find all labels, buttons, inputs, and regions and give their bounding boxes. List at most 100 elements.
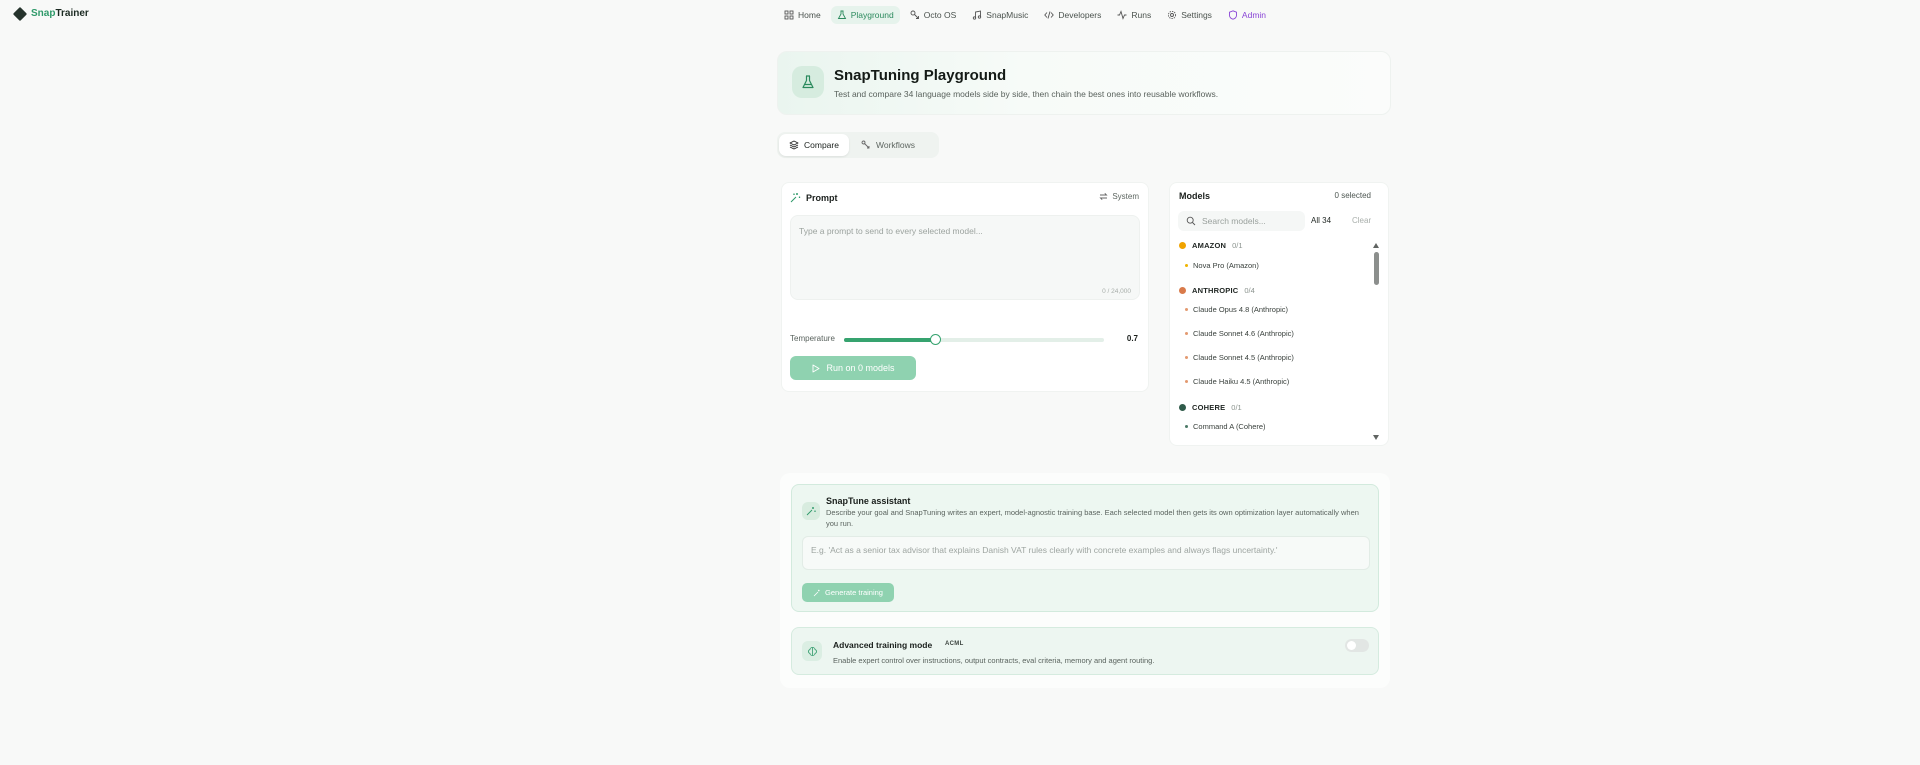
advanced-mode-card: Advanced training mode ACML Enable exper…	[791, 627, 1379, 675]
select-all-button[interactable]: All 34	[1311, 216, 1331, 225]
nav-label: Settings	[1181, 10, 1212, 20]
group-header[interactable]: ANTHROPIC 0/4	[1179, 286, 1255, 295]
code-icon	[1044, 10, 1055, 20]
tab-workflows[interactable]: Workflows	[851, 134, 925, 156]
temperature-slider[interactable]	[844, 334, 1104, 345]
flask-icon	[837, 10, 847, 20]
tab-label: Compare	[804, 140, 839, 150]
model-label: Claude Haiku 4.5 (Anthropic)	[1193, 377, 1290, 386]
group-count: 0/4	[1244, 286, 1255, 295]
sparkles-icon	[790, 192, 801, 203]
model-label: Nova Pro (Amazon)	[1193, 261, 1259, 270]
advanced-mode-toggle[interactable]	[1345, 639, 1369, 652]
provider-dot	[1179, 404, 1186, 411]
model-label: Command A (Cohere)	[1193, 422, 1266, 431]
nav-playground[interactable]: Playground	[830, 6, 900, 24]
prompt-heading-label: Prompt	[806, 192, 838, 203]
generate-label: Generate training	[825, 588, 883, 597]
nav-snapmusic[interactable]: SnapMusic	[966, 6, 1034, 24]
magic-wand-icon	[813, 589, 821, 597]
slider-handle[interactable]	[930, 334, 941, 345]
nav-label: SnapMusic	[986, 10, 1029, 20]
model-item[interactable]: Claude Opus 4.8 (Anthropic)	[1185, 305, 1288, 314]
page-header: SnapTuning Playground Test and compare 3…	[777, 51, 1391, 115]
goal-placeholder: E.g. 'Act as a senior tax advisor that e…	[811, 545, 1278, 555]
model-dot	[1185, 356, 1188, 359]
swap-icon	[1099, 192, 1108, 201]
system-prompt-button[interactable]: System	[1099, 192, 1139, 201]
group-count: 0/1	[1231, 403, 1242, 412]
nav-label: Runs	[1131, 10, 1152, 20]
nav-label: Developers	[1058, 10, 1102, 20]
nav-octo-os[interactable]: Octo OS	[904, 6, 963, 24]
provider-dot	[1179, 287, 1186, 294]
model-item[interactable]: Command A (Cohere)	[1185, 422, 1266, 431]
run-label: Run on 0 models	[826, 363, 895, 373]
brand-name: SnapTrainer	[31, 8, 89, 19]
nav-label: Octo OS	[923, 10, 957, 20]
clear-button[interactable]: Clear	[1352, 216, 1371, 225]
prompt-heading: Prompt	[790, 192, 838, 203]
goal-input[interactable]: E.g. 'Act as a senior tax advisor that e…	[802, 536, 1370, 570]
nav-label: Playground	[850, 10, 894, 20]
shield-icon	[1228, 10, 1238, 20]
home-grid-icon	[784, 10, 794, 20]
advanced-description: Enable expert control over instructions,…	[833, 656, 1155, 665]
nav-admin[interactable]: Admin	[1222, 6, 1272, 24]
system-label: System	[1112, 192, 1139, 201]
layers-icon	[789, 140, 799, 150]
view-tabs: Compare Workflows	[777, 132, 939, 158]
octo-icon	[910, 10, 920, 20]
slider-fill	[844, 338, 935, 342]
top-nav: Home Playground Octo OS SnapMusic Develo…	[778, 6, 1272, 24]
model-dot	[1185, 308, 1188, 311]
advanced-badge: ACML	[945, 641, 964, 647]
snaptune-assistant-card: SnapTune assistant Describe your goal an…	[791, 484, 1379, 612]
model-dot	[1185, 380, 1188, 383]
model-item[interactable]: Claude Sonnet 4.5 (Anthropic)	[1185, 353, 1294, 362]
brain-icon	[802, 641, 822, 661]
model-dot	[1185, 264, 1188, 267]
model-label: Claude Sonnet 4.6 (Anthropic)	[1193, 329, 1294, 338]
assistant-description: Describe your goal and SnapTuning writes…	[826, 508, 1359, 528]
logo-mark-icon	[12, 6, 28, 21]
search-icon	[1186, 216, 1196, 226]
models-title: Models	[1179, 191, 1211, 201]
generate-training-button[interactable]: Generate training	[802, 583, 894, 602]
workflow-icon	[861, 140, 871, 150]
model-item[interactable]: Claude Sonnet 4.6 (Anthropic)	[1185, 329, 1294, 338]
group-header[interactable]: COHERE 0/1	[1179, 403, 1242, 412]
group-header[interactable]: AMAZON 0/1	[1179, 241, 1243, 250]
char-counter: 0 / 24,000	[1102, 288, 1131, 295]
nav-home[interactable]: Home	[778, 6, 827, 24]
assistant-title: SnapTune assistant	[826, 496, 911, 506]
run-button[interactable]: Run on 0 models	[790, 356, 916, 380]
model-dot	[1185, 425, 1188, 428]
model-item[interactable]: Claude Haiku 4.5 (Anthropic)	[1185, 377, 1289, 386]
model-label: Claude Opus 4.8 (Anthropic)	[1193, 305, 1289, 314]
flask-icon	[792, 66, 824, 98]
prompt-input[interactable]: Type a prompt to send to every selected …	[790, 215, 1140, 300]
page-subtitle: Test and compare 34 language models side…	[834, 89, 1219, 99]
model-search-input[interactable]: Search models...	[1178, 211, 1305, 231]
scrollbar-thumb[interactable]	[1374, 252, 1379, 285]
nav-runs[interactable]: Runs	[1111, 6, 1157, 24]
group-count: 0/1	[1232, 241, 1243, 250]
advanced-title: Advanced training mode	[833, 640, 933, 650]
scroll-up-arrow[interactable]	[1373, 243, 1379, 248]
brand-logo[interactable]: SnapTrainer	[12, 6, 89, 21]
nav-settings[interactable]: Settings	[1161, 6, 1218, 24]
page-title: SnapTuning Playground	[834, 67, 1007, 84]
model-item[interactable]: Nova Pro (Amazon)	[1185, 261, 1259, 270]
gear-icon	[1167, 10, 1177, 20]
activity-icon	[1117, 10, 1127, 20]
group-name: ANTHROPIC	[1192, 286, 1239, 295]
temperature-value: 0.7	[1126, 334, 1138, 343]
search-placeholder: Search models...	[1202, 216, 1266, 226]
scroll-down-arrow[interactable]	[1373, 435, 1379, 440]
nav-label: Admin	[1241, 10, 1267, 20]
tab-compare[interactable]: Compare	[779, 134, 849, 156]
group-name: COHERE	[1192, 403, 1226, 412]
nav-developers[interactable]: Developers	[1038, 6, 1107, 24]
music-icon	[972, 10, 982, 20]
